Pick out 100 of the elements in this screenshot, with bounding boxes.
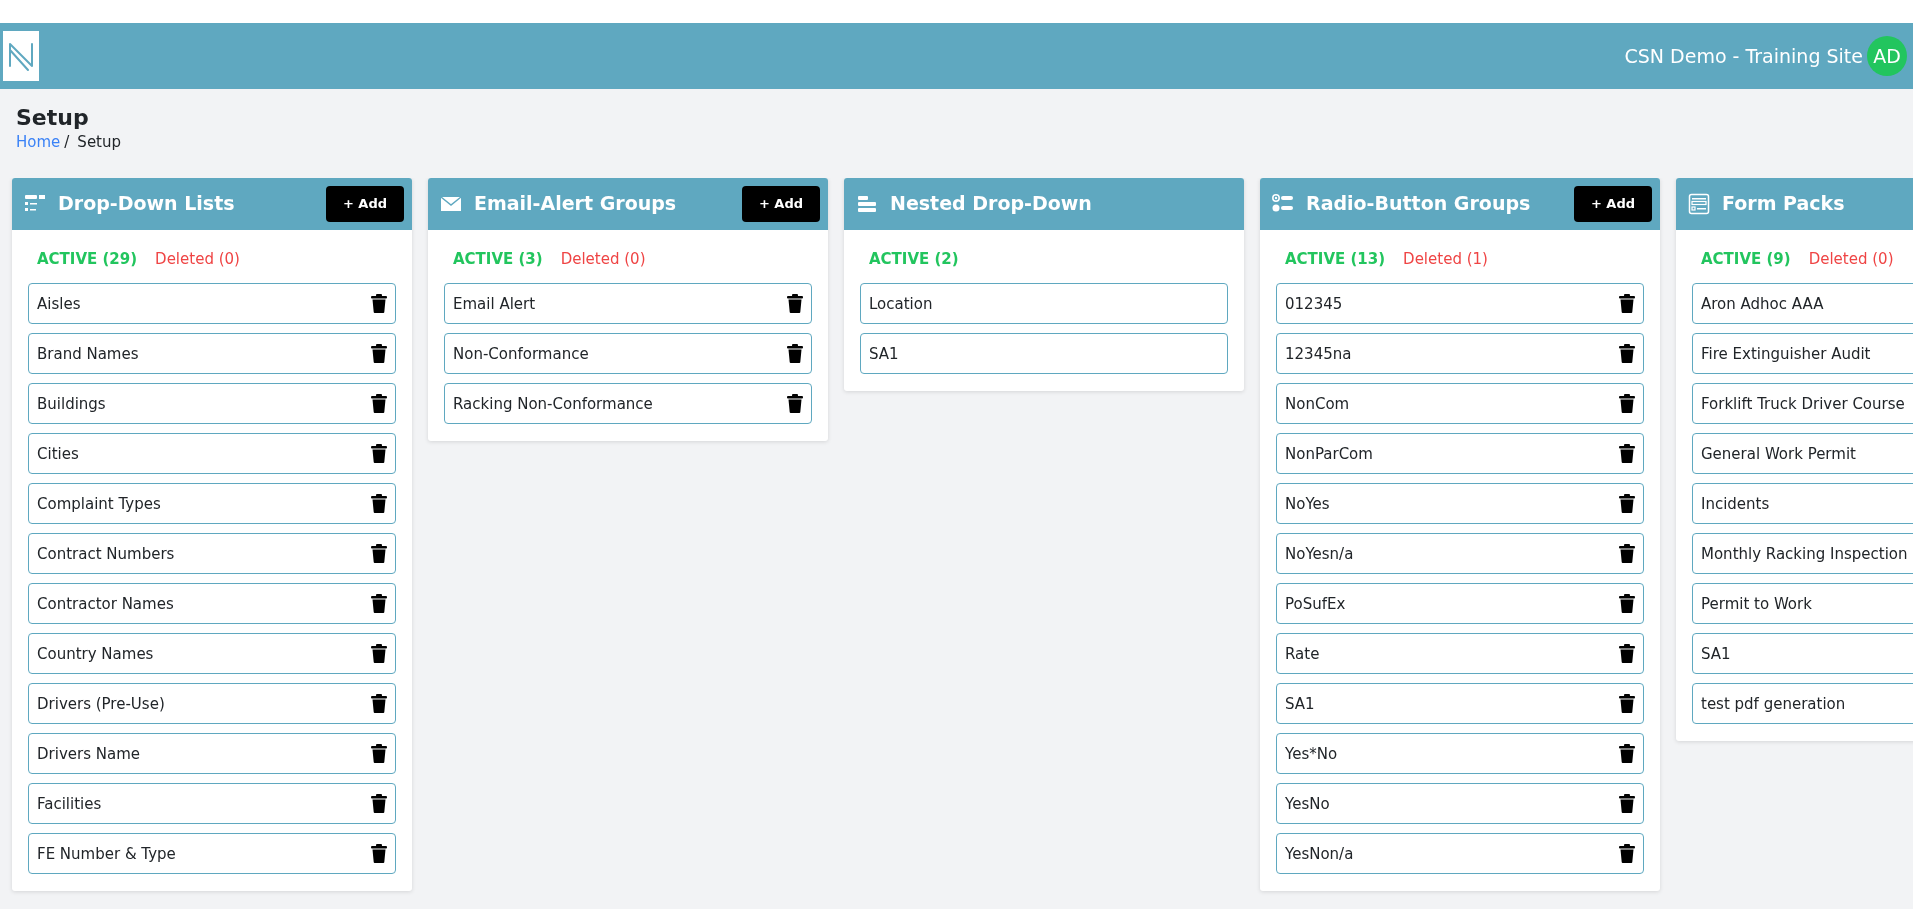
add-button[interactable]: + Add [325,186,404,222]
trash-icon[interactable] [1619,394,1635,414]
item-label: YesNo [1285,793,1331,815]
item-label: YesNon/a [1285,843,1355,865]
list-item[interactable]: Aisles [28,283,396,325]
item-label: Permit to Work [1701,593,1813,615]
add-button[interactable]: + Add [741,186,820,222]
list-item[interactable]: SA1 [1276,683,1644,725]
trash-icon[interactable] [1619,344,1635,364]
card-title: Nested Drop-Down [890,192,1092,216]
trash-icon[interactable] [1619,444,1635,464]
list-item[interactable]: SA1 [860,333,1228,375]
trash-icon[interactable] [1619,594,1635,614]
list-item[interactable]: Contract Numbers [28,533,396,575]
item-label: Brand Names [37,343,140,365]
list-item[interactable]: Aron Adhoc AAA [1692,283,1913,325]
trash-icon[interactable] [371,694,387,714]
list-item[interactable]: Drivers (Pre-Use) [28,683,396,725]
list-item[interactable]: NoYesn/a [1276,533,1644,575]
list-item[interactable]: Incidents [1692,483,1913,525]
list-item[interactable]: Forklift Truck Driver Course [1692,383,1913,425]
item-label: Non-Conformance [453,343,590,365]
list-item[interactable]: General Work Permit [1692,433,1913,475]
item-label: SA1 [869,343,900,365]
item-label: Complaint Types [37,493,162,515]
list-item[interactable]: Cities [28,433,396,475]
trash-icon[interactable] [371,844,387,864]
trash-icon[interactable] [787,294,803,314]
list-item[interactable]: NonParCom [1276,433,1644,475]
item-label: PoSufEx [1285,593,1347,615]
trash-icon[interactable] [1619,694,1635,714]
item-label: Cities [37,443,80,465]
item-label: Aron Adhoc AAA [1701,293,1825,315]
list-item[interactable]: Complaint Types [28,483,396,525]
trash-icon[interactable] [371,394,387,414]
item-label: NoYes [1285,493,1331,515]
list-item[interactable]: Drivers Name [28,733,396,775]
item-label: NoYesn/a [1285,543,1355,565]
list-item[interactable]: Brand Names [28,333,396,375]
trash-icon[interactable] [371,494,387,514]
trash-icon[interactable] [1619,794,1635,814]
filter-tab[interactable]: Deleted (0) [560,247,646,271]
trash-icon[interactable] [1619,844,1635,864]
list-item[interactable]: Yes*No [1276,733,1644,775]
trash-icon[interactable] [1619,494,1635,514]
list-item[interactable]: Contractor Names [28,583,396,625]
list-item[interactable]: Facilities [28,783,396,825]
list-item[interactable]: YesNo [1276,783,1644,825]
list-item[interactable]: 012345 [1276,283,1644,325]
list-item[interactable]: Location [860,283,1228,325]
list-item[interactable]: PoSufEx [1276,583,1644,625]
trash-icon[interactable] [371,544,387,564]
trash-icon[interactable] [1619,744,1635,764]
trash-icon[interactable] [371,794,387,814]
page-title: Setup [16,105,90,132]
list-item[interactable]: Rate [1276,633,1644,675]
filter-tab[interactable]: Deleted (1) [1403,247,1488,271]
trash-icon[interactable] [371,294,387,314]
trash-icon[interactable] [1619,294,1635,314]
item-label: Rate [1285,643,1321,665]
card-title: Radio-Button Groups [1306,192,1531,216]
trash-icon[interactable] [1619,544,1635,564]
trash-icon[interactable] [1619,644,1635,664]
list-item[interactable]: Racking Non-Conformance [444,383,812,425]
list-item[interactable]: YesNon/a [1276,833,1644,875]
list-item[interactable]: Monthly Racking Inspection [1692,533,1913,575]
item-label: Drivers (Pre-Use) [37,693,166,715]
list-item[interactable]: SA1 [1692,633,1913,675]
breadcrumb-current: Setup [77,132,122,154]
logo[interactable] [3,31,39,81]
breadcrumb-separator: / [64,132,70,154]
list-item[interactable]: Buildings [28,383,396,425]
add-button[interactable]: + Add [1573,186,1652,222]
filter-tab[interactable]: Deleted (0) [155,247,240,271]
list-item[interactable]: NonCom [1276,383,1644,425]
trash-icon[interactable] [371,644,387,664]
item-label: 12345na [1285,343,1353,365]
trash-icon[interactable] [371,444,387,464]
item-label: General Work Permit [1701,443,1857,465]
item-label: NonParCom [1285,443,1374,465]
trash-icon[interactable] [371,744,387,764]
trash-icon[interactable] [787,394,803,414]
list-item[interactable]: Non-Conformance [444,333,812,375]
item-label: FE Number & Type [37,843,177,865]
list-item[interactable]: FE Number & Type [28,833,396,875]
filter-tab[interactable]: Deleted (0) [1808,247,1894,271]
list-item[interactable]: Permit to Work [1692,583,1913,625]
list-item[interactable]: Country Names [28,633,396,675]
site-name: CSN Demo - Training Site [1624,43,1863,69]
item-label: Incidents [1701,493,1771,515]
trash-icon[interactable] [787,344,803,364]
item-label: Contractor Names [37,593,175,615]
list-item[interactable]: Email Alert [444,283,812,325]
list-item[interactable]: NoYes [1276,483,1644,525]
card-title: Form Packs [1722,192,1845,216]
trash-icon[interactable] [371,594,387,614]
list-item[interactable]: test pdf generation [1692,683,1913,725]
trash-icon[interactable] [371,344,387,364]
list-item[interactable]: 12345na [1276,333,1644,375]
list-item[interactable]: Fire Extinguisher Audit [1692,333,1913,375]
